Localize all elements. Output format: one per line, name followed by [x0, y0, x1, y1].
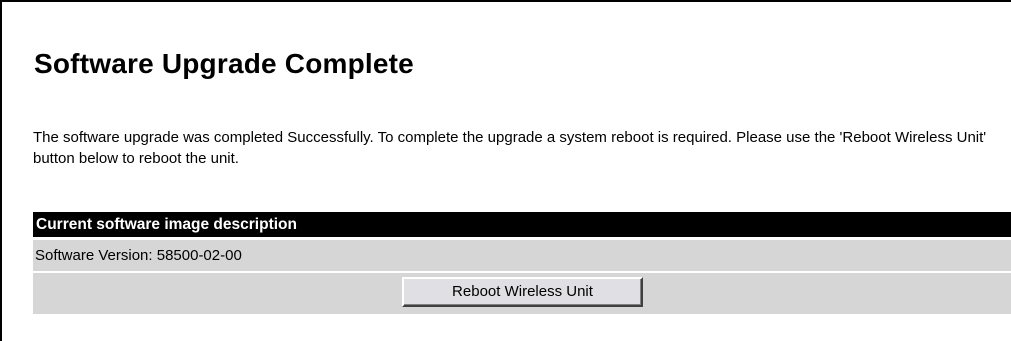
reboot-wireless-unit-button[interactable]: Reboot Wireless Unit [402, 277, 643, 307]
page-title: Software Upgrade Complete [34, 48, 414, 79]
upgrade-status-message: The software upgrade was completed Succe… [33, 129, 987, 167]
page-frame: Software Upgrade Complete The software u… [0, 0, 1011, 341]
software-image-table: Current software image description Softw… [33, 212, 1011, 314]
section-header-current-image: Current software image description [33, 212, 1011, 237]
software-version-row: Software Version: 58500-02-00 [33, 240, 1011, 271]
reboot-button-row: Reboot Wireless Unit [33, 273, 1011, 314]
